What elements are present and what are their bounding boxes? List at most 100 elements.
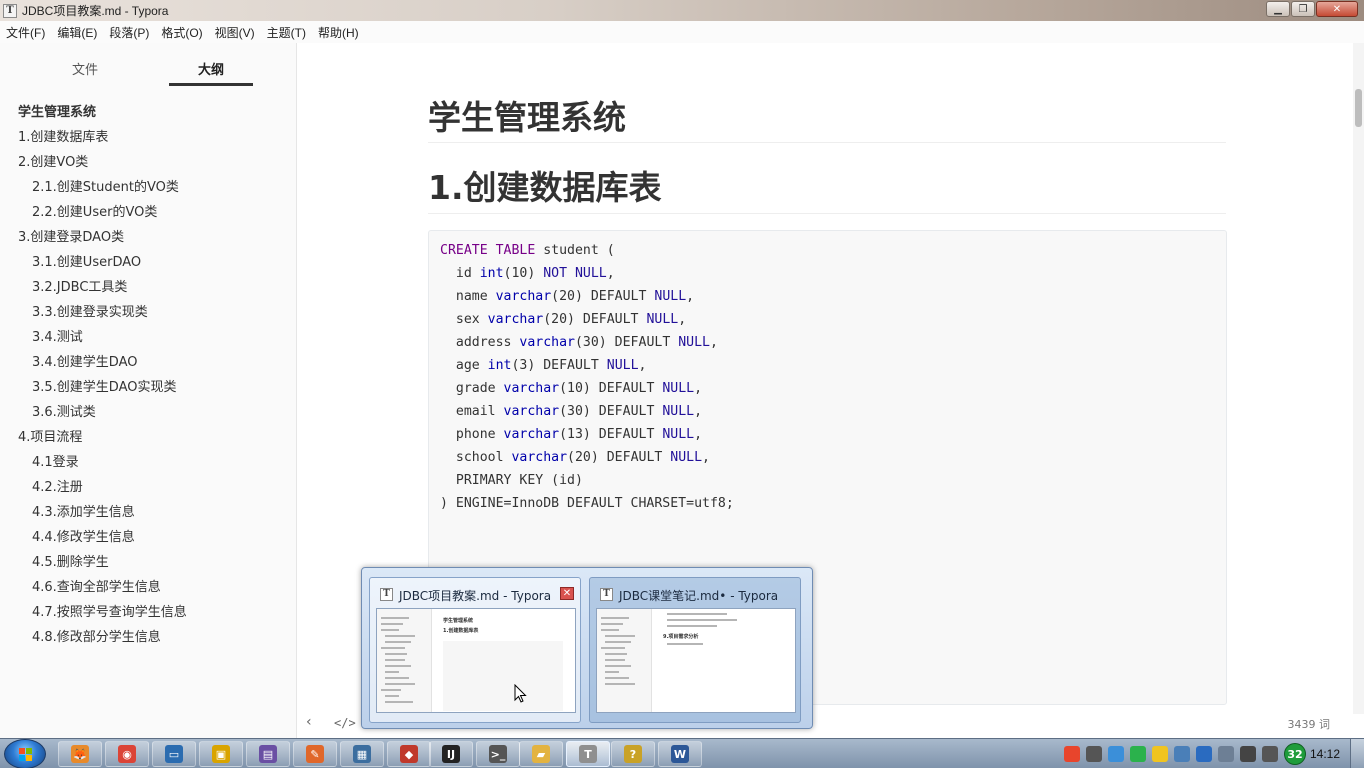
sogou-input-icon[interactable] — [1064, 746, 1080, 762]
usb-icon[interactable] — [1218, 746, 1234, 762]
outline-item[interactable]: 4.8.修改部分学生信息 — [0, 625, 297, 650]
code-token: (30) DEFAULT — [559, 404, 663, 419]
outline-item[interactable]: 3.4.创建学生DAO — [0, 350, 297, 375]
heading-2[interactable]: 1.创建数据库表 — [428, 161, 662, 209]
window-thumbnail-1[interactable]: T JDBC项目教案.md - Typora ✕ 学生管理系统 1.创建数据库表 — [369, 577, 581, 723]
taskbar-terminal-icon: >_ — [489, 745, 507, 763]
scrollbar-thumb[interactable] — [1355, 89, 1362, 127]
code-token: (3) DEFAULT — [511, 358, 607, 373]
cloud-app-icon[interactable] — [1108, 746, 1124, 762]
taskbar-terminal-button[interactable]: >_ — [476, 741, 520, 767]
menu-help[interactable]: 帮助(H) — [314, 24, 363, 41]
code-token: name — [440, 289, 496, 304]
outline-item[interactable]: 4.4.修改学生信息 — [0, 525, 297, 550]
outline-item[interactable]: 3.6.测试类 — [0, 400, 297, 425]
outline-item[interactable]: 1.创建数据库表 — [0, 125, 297, 150]
thumbnail-title: JDBC项目教案.md - Typora — [399, 589, 552, 603]
taskbar-app-red-button[interactable]: ◆ — [387, 741, 431, 767]
outline-item[interactable]: 3.2.JDBC工具类 — [0, 275, 297, 300]
taskbar-word-button[interactable]: W — [658, 741, 702, 767]
security-app-icon[interactable] — [1152, 746, 1168, 762]
taskbar-app-media-button[interactable]: ▦ — [340, 741, 384, 767]
outline-item[interactable]: 4.7.按照学号查询学生信息 — [0, 600, 297, 625]
menu-bar: 文件(F) 编辑(E) 段落(P) 格式(O) 视图(V) 主题(T) 帮助(H… — [0, 21, 1364, 43]
network-signal-icon[interactable] — [1240, 746, 1256, 762]
show-desktop-button[interactable] — [1350, 739, 1364, 768]
menu-edit[interactable]: 编辑(E) — [53, 24, 101, 41]
taskbar-typora-button[interactable]: T — [566, 741, 610, 767]
taskbar-intellij-icon: IJ — [442, 745, 460, 763]
code-token: varchar — [519, 335, 575, 350]
code-token: NULL — [646, 312, 679, 327]
clock[interactable]: 14:12 — [1310, 747, 1340, 761]
outline-item[interactable]: 4.项目流程 — [0, 425, 297, 450]
volume-icon[interactable] — [1262, 746, 1278, 762]
taskbar-app-purple-button[interactable]: ▤ — [246, 741, 290, 767]
window-thumbnail-2[interactable]: T JDBC课堂笔记.md• - Typora 9.项目需求分析 — [589, 577, 801, 723]
code-line: ) ENGINE=InnoDB DEFAULT CHARSET=utf8; — [440, 492, 734, 515]
code-token: NOT NULL — [543, 266, 607, 281]
close-button[interactable]: ✕ — [1316, 1, 1358, 17]
code-line: age int(3) DEFAULT NULL, — [440, 354, 734, 377]
heading-1[interactable]: 学生管理系统 — [428, 91, 626, 139]
outline-item[interactable]: 3.创建登录DAO类 — [0, 225, 297, 250]
taskbar-help-icon: ? — [624, 745, 642, 763]
taskbar-app-yellow-button[interactable]: ▣ — [199, 741, 243, 767]
thumbnail-preview: 9.项目需求分析 — [596, 608, 796, 713]
outline-item[interactable]: 4.2.注册 — [0, 475, 297, 500]
menu-view[interactable]: 视图(V) — [211, 24, 259, 41]
code-line: PRIMARY KEY (id) — [440, 469, 734, 492]
outline-item[interactable]: 4.6.查询全部学生信息 — [0, 575, 297, 600]
toggle-sidebar-button[interactable]: ‹ — [306, 714, 312, 730]
code-token: CREATE TABLE — [440, 243, 536, 258]
typora-icon: T — [380, 588, 393, 601]
tab-outline[interactable]: 大纲 — [169, 59, 253, 78]
outline-item[interactable]: 2.1.创建Student的VO类 — [0, 175, 297, 200]
code-line: address varchar(30) DEFAULT NULL, — [440, 331, 734, 354]
taskbar-help-button[interactable]: ? — [611, 741, 655, 767]
taskbar-intellij-button[interactable]: IJ — [429, 741, 473, 767]
minimize-button[interactable]: ▁ — [1266, 1, 1290, 17]
typora-app-icon[interactable]: T — [3, 3, 17, 18]
outline-item[interactable]: 3.4.测试 — [0, 325, 297, 350]
taskbar-app-orange-button[interactable]: ✎ — [293, 741, 337, 767]
source-code-mode-button[interactable]: </> — [334, 716, 356, 730]
taskbar-app-purple-icon: ▤ — [259, 745, 277, 763]
taskbar-folder-button[interactable]: ▰ — [519, 741, 563, 767]
code-token: varchar — [503, 427, 560, 442]
start-button[interactable] — [4, 739, 46, 768]
menu-paragraph[interactable]: 段落(P) — [105, 24, 153, 41]
flag-icon[interactable] — [1174, 746, 1190, 762]
outline-item[interactable]: 3.3.创建登录实现类 — [0, 300, 297, 325]
outline-item[interactable]: 3.1.创建UserDAO — [0, 250, 297, 275]
taskbar-chrome-button[interactable]: ◉ — [105, 741, 149, 767]
thumbnail-close-button[interactable]: ✕ — [560, 587, 574, 600]
outline-item[interactable]: 4.5.删除学生 — [0, 550, 297, 575]
outline-item[interactable]: 2.2.创建User的VO类 — [0, 200, 297, 225]
menu-file[interactable]: 文件(F) — [2, 24, 49, 41]
temperature-badge[interactable]: 32 — [1284, 743, 1306, 765]
taskbar-word-icon: W — [671, 745, 689, 763]
tab-files[interactable]: 文件 — [43, 59, 127, 78]
network-app-icon[interactable] — [1086, 746, 1102, 762]
taskbar-computer-button[interactable]: ▭ — [152, 741, 196, 767]
menu-theme[interactable]: 主题(T) — [263, 24, 310, 41]
code-token: (20) DEFAULT — [543, 312, 647, 327]
outline-item[interactable]: 2.创建VO类 — [0, 150, 297, 175]
maximize-button[interactable]: ❐ — [1291, 1, 1315, 17]
word-count[interactable]: 3439 词 — [1288, 716, 1331, 732]
outline-list: 学生管理系统 1.创建数据库表 2.创建VO类 2.1.创建Student的VO类 2.… — [0, 100, 297, 650]
editor-scrollbar[interactable] — [1353, 43, 1364, 714]
outline-item[interactable]: 学生管理系统 — [0, 100, 297, 125]
bluetooth-icon[interactable] — [1196, 746, 1212, 762]
outline-item[interactable]: 4.3.添加学生信息 — [0, 500, 297, 525]
code-token: grade — [440, 381, 504, 396]
mini-heading-1: 学生管理系统 — [443, 618, 474, 624]
taskbar-explorer-fox-button[interactable]: 🦊 — [58, 741, 102, 767]
wechat-icon[interactable] — [1130, 746, 1146, 762]
code-token: NULL — [662, 427, 695, 442]
outline-item[interactable]: 4.1登录 — [0, 450, 297, 475]
outline-item[interactable]: 3.5.创建学生DAO实现类 — [0, 375, 297, 400]
taskbar-typora-icon: T — [579, 745, 597, 763]
menu-format[interactable]: 格式(O) — [157, 24, 206, 41]
